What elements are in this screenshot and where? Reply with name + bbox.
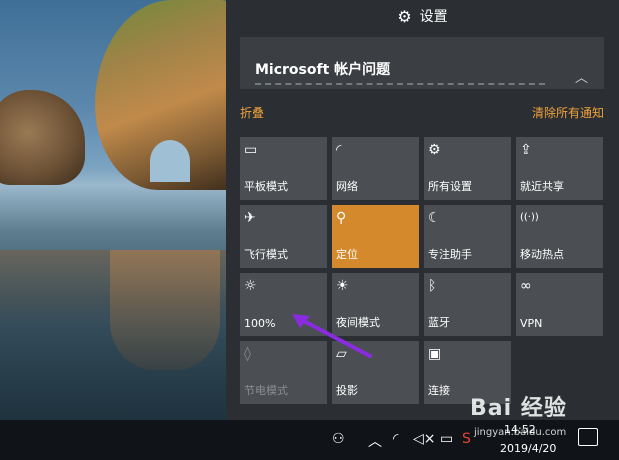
share-icon: ⇪ <box>520 142 532 158</box>
clear-all-notifications-link[interactable]: 清除所有通知 <box>532 104 604 121</box>
people-icon[interactable]: ⚇ <box>332 431 345 447</box>
location-icon: ⚲ <box>336 210 347 226</box>
baidu-watermark-url: jingyan.baidu.com <box>474 427 567 438</box>
action-center-panel: ⚙ 设置 Microsoft 帐户问题 ︿ 折叠 清除所有通知 ▭ 平板模式 ◜… <box>226 0 619 420</box>
tile-label: 就近共享 <box>520 180 564 193</box>
baidu-watermark-logo: Bai 经验 <box>470 396 567 421</box>
gear-icon: ⚙ <box>397 6 412 26</box>
input-method-icon[interactable]: S <box>462 431 471 447</box>
tile-label: 网络 <box>336 180 358 193</box>
battery-icon[interactable]: ▭ <box>440 431 453 447</box>
tile-label: 100% <box>244 317 276 330</box>
desktop-wallpaper <box>0 0 226 420</box>
settings-icon: ⚙ <box>428 142 441 158</box>
tile-label: 平板模式 <box>244 180 288 193</box>
settings-title: 设置 <box>419 9 448 25</box>
tile-label: VPN <box>520 317 543 330</box>
tile-all-settings[interactable]: ⚙ 所有设置 <box>424 137 511 200</box>
tile-label: 专注助手 <box>428 248 472 261</box>
tile-mobile-hotspot[interactable]: ((·)) 移动热点 <box>516 205 603 268</box>
notification-body-truncated <box>255 83 545 89</box>
airplane-icon: ✈ <box>244 210 256 226</box>
tile-vpn[interactable]: ∞ VPN <box>516 273 603 336</box>
brightness-icon: ☼ <box>244 278 257 294</box>
wallpaper-reflection-rock <box>110 250 220 370</box>
action-center-header[interactable]: ⚙ 设置 <box>226 0 619 32</box>
collapse-link[interactable]: 折叠 <box>240 104 264 121</box>
wifi-icon[interactable]: ◜ <box>393 431 398 447</box>
tablet-mode-icon: ▭ <box>244 142 258 158</box>
wallpaper-cliff-left <box>0 90 85 185</box>
tile-focus-assist[interactable]: ☾ 专注助手 <box>424 205 511 268</box>
clock-date[interactable]: 2019/4/20 <box>500 442 556 455</box>
chevron-up-icon[interactable]: ︿ <box>575 67 588 86</box>
tile-label: 飞行模式 <box>244 248 288 261</box>
moon-icon: ☾ <box>428 210 441 226</box>
network-icon: ◜ <box>336 142 342 158</box>
notification-title: Microsoft 帐户问题 <box>255 62 391 78</box>
connect-icon: ▣ <box>428 346 442 362</box>
annotation-arrow <box>292 314 372 358</box>
quick-actions-grid: ▭ 平板模式 ◜ 网络 ⚙ 所有设置 ⇪ 就近共享 ✈ 飞行模式 ⚲ 定位 ☾ … <box>240 137 606 404</box>
chevron-up-icon[interactable]: ︿ <box>368 431 382 451</box>
wallpaper-arch <box>150 140 190 182</box>
bluetooth-icon: ᛒ <box>428 278 437 294</box>
tile-label: 投影 <box>336 384 358 397</box>
tile-airplane-mode[interactable]: ✈ 飞行模式 <box>240 205 327 268</box>
tile-label: 移动热点 <box>520 248 564 261</box>
taskbar: ⚇ ︿ ◜ ◁× ▭ S 14:52 2019/4/20 <box>0 420 619 460</box>
tile-label: 连接 <box>428 384 450 397</box>
tile-bluetooth[interactable]: ᛒ 蓝牙 <box>424 273 511 336</box>
tile-label: 所有设置 <box>428 180 472 193</box>
tile-label: 定位 <box>336 248 358 261</box>
tile-label: 蓝牙 <box>428 316 450 329</box>
night-light-icon: ☀ <box>336 278 349 294</box>
hotspot-icon: ((·)) <box>520 212 539 223</box>
tile-tablet-mode[interactable]: ▭ 平板模式 <box>240 137 327 200</box>
tile-location[interactable]: ⚲ 定位 <box>332 205 419 268</box>
collapse-row: 折叠 清除所有通知 <box>240 104 604 122</box>
volume-muted-icon[interactable]: ◁× <box>413 431 436 447</box>
notification-card[interactable]: Microsoft 帐户问题 ︿ <box>240 37 604 89</box>
tile-label: 节电模式 <box>244 384 288 397</box>
tile-network[interactable]: ◜ 网络 <box>332 137 419 200</box>
tile-nearby-share[interactable]: ⇪ 就近共享 <box>516 137 603 200</box>
vpn-icon: ∞ <box>520 278 532 294</box>
battery-saver-icon: ◊ <box>244 346 251 362</box>
notification-center-button[interactable] <box>578 428 598 446</box>
